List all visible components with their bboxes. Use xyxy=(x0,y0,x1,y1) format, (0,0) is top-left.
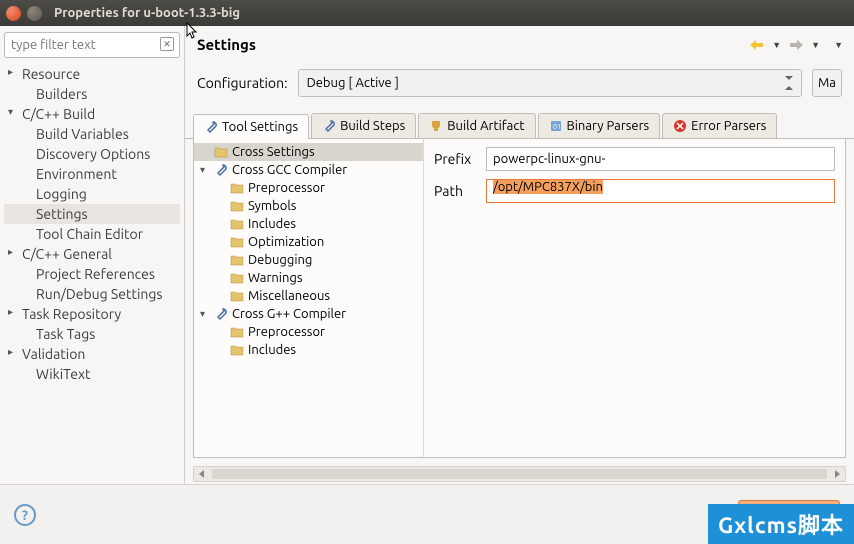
nav-item-tool-chain-editor[interactable]: Tool Chain Editor xyxy=(4,224,180,244)
watermark: Gxlcms脚本 xyxy=(708,504,854,544)
nav-item-task-tags[interactable]: Task Tags xyxy=(4,324,180,344)
tab-error-parsers[interactable]: Error Parsers xyxy=(662,113,777,138)
nav-item-environment[interactable]: Environment xyxy=(4,164,180,184)
tool-item-symbols[interactable]: Symbols xyxy=(194,197,423,215)
config-label: Configuration: xyxy=(197,75,288,91)
tool-item-optimization[interactable]: Optimization xyxy=(194,233,423,251)
nav-item-c-c-general[interactable]: C/C++ General xyxy=(4,244,180,264)
nav-item-settings[interactable]: Settings xyxy=(4,204,180,224)
nav-panel: ✕ ResourceBuildersC/C++ BuildBuild Varia… xyxy=(0,26,185,484)
tool-item-warnings[interactable]: Warnings xyxy=(194,269,423,287)
tool-item-includes[interactable]: Includes xyxy=(194,215,423,233)
prefix-input[interactable] xyxy=(486,147,835,171)
page-title: Settings xyxy=(197,36,747,53)
back-menu-icon[interactable]: ▼ xyxy=(769,40,784,50)
tab-binary-parsers[interactable]: 01Binary Parsers xyxy=(538,113,661,138)
back-icon[interactable] xyxy=(749,38,765,52)
window-title: Properties for u-boot-1.3.3-big xyxy=(54,6,240,20)
tool-item-cross-gcc-compiler[interactable]: ▾Cross GCC Compiler xyxy=(194,161,423,179)
tab-build-artifact[interactable]: Build Artifact xyxy=(418,113,535,138)
tool-item-debugging[interactable]: Debugging xyxy=(194,251,423,269)
tool-item-miscellaneous[interactable]: Miscellaneous xyxy=(194,287,423,305)
help-icon[interactable]: ? xyxy=(14,504,36,526)
nav-item-run-debug-settings[interactable]: Run/Debug Settings xyxy=(4,284,180,304)
close-icon[interactable] xyxy=(6,6,21,21)
nav-item-logging[interactable]: Logging xyxy=(4,184,180,204)
view-menu-icon[interactable]: ▼ xyxy=(831,40,846,50)
tool-item-preprocessor[interactable]: Preprocessor xyxy=(194,323,423,341)
nav-item-build-variables[interactable]: Build Variables xyxy=(4,124,180,144)
nav-item-wikitext[interactable]: WikiText xyxy=(4,364,180,384)
nav-item-builders[interactable]: Builders xyxy=(4,84,180,104)
manage-config-button[interactable]: Ma xyxy=(812,69,842,97)
tool-item-preprocessor[interactable]: Preprocessor xyxy=(194,179,423,197)
nav-item-project-references[interactable]: Project References xyxy=(4,264,180,284)
path-label: Path xyxy=(434,183,478,199)
nav-item-c-c-build[interactable]: C/C++ Build xyxy=(4,104,180,124)
svg-text:01: 01 xyxy=(553,123,561,131)
history-nav: ▼ ▼ ▼ xyxy=(747,38,846,52)
nav-item-resource[interactable]: Resource xyxy=(4,64,180,84)
tool-item-cross-g++-compiler[interactable]: ▾Cross G++ Compiler xyxy=(194,305,423,323)
horizontal-scrollbar[interactable] xyxy=(193,466,846,482)
tool-item-cross-settings[interactable]: Cross Settings xyxy=(194,143,423,161)
filter-input[interactable] xyxy=(4,32,180,58)
minimize-icon[interactable] xyxy=(27,6,42,21)
tool-item-includes[interactable]: Includes xyxy=(194,341,423,359)
config-select[interactable]: Debug [ Active ] xyxy=(298,69,802,97)
path-input[interactable]: /opt/MPC837X/bin xyxy=(486,179,835,203)
titlebar: Properties for u-boot-1.3.3-big xyxy=(0,0,854,26)
forward-menu-icon[interactable]: ▼ xyxy=(808,40,823,50)
nav-item-task-repository[interactable]: Task Repository xyxy=(4,304,180,324)
clear-filter-icon[interactable]: ✕ xyxy=(160,37,174,51)
nav-item-validation[interactable]: Validation xyxy=(4,344,180,364)
tab-tool-settings[interactable]: Tool Settings xyxy=(193,114,309,139)
forward-icon[interactable] xyxy=(788,38,804,52)
prefix-label: Prefix xyxy=(434,151,478,167)
nav-item-discovery-options[interactable]: Discovery Options xyxy=(4,144,180,164)
tab-build-steps[interactable]: Build Steps xyxy=(311,113,416,138)
